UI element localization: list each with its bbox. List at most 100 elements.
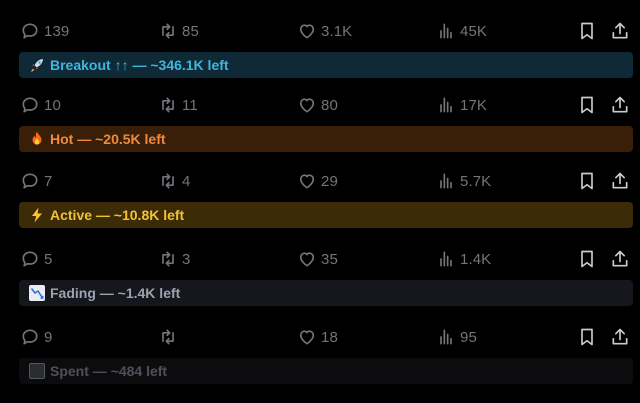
like-count: 35 (321, 250, 338, 268)
share-icon (612, 96, 628, 113)
views-button[interactable]: 5.7K (436, 169, 491, 193)
repost-button[interactable] (158, 325, 182, 349)
bookmark-button[interactable] (577, 93, 597, 117)
views-bar-chart-icon (440, 97, 452, 113)
reply-button[interactable]: 9 (20, 325, 52, 349)
bookmark-icon (581, 328, 593, 346)
status-badge: Spent — ~484 left (19, 358, 633, 384)
like-count: 80 (321, 96, 338, 114)
repost-count: 85 (182, 22, 199, 40)
bookmark-icon (581, 22, 593, 40)
repost-count: 4 (182, 172, 191, 190)
heart-icon (299, 24, 315, 39)
share-button[interactable] (610, 247, 630, 271)
reply-icon (22, 251, 38, 267)
share-button[interactable] (610, 93, 630, 117)
heart-icon (299, 252, 315, 267)
status-badge: Breakout ↑↑ — ~346.1K left (19, 52, 633, 78)
like-button[interactable]: 3.1K (297, 19, 352, 43)
post-actions-bar: 9 18 95 (20, 325, 632, 349)
bookmark-icon (581, 96, 593, 114)
post-item: 9 18 95 Spent — ~484 left (0, 325, 640, 403)
black-square-icon (28, 362, 46, 380)
post-item: 10 11 80 17K Hot — ~20.5K left (0, 93, 640, 171)
lightning-icon (28, 206, 46, 224)
status-badge-label: Spent — ~484 left (50, 363, 168, 379)
post-item: 139 85 3.1K 45K Breakout ↑↑ — ~346.1K le… (0, 19, 640, 97)
status-badge: Fading — ~1.4K left (19, 280, 633, 306)
repost-icon (162, 329, 174, 345)
share-button[interactable] (610, 169, 630, 193)
reply-button[interactable]: 139 (20, 19, 69, 43)
heart-icon (299, 98, 315, 113)
views-bar-chart-icon (440, 329, 452, 345)
reply-count: 9 (44, 328, 53, 346)
repost-count: 11 (182, 96, 198, 114)
status-badge-label: Fading — ~1.4K left (50, 285, 181, 301)
like-button[interactable]: 35 (297, 247, 338, 271)
share-button[interactable] (610, 19, 630, 43)
view-count: 95 (460, 328, 477, 346)
repost-icon (162, 251, 174, 267)
reply-button[interactable]: 5 (20, 247, 52, 271)
like-count: 18 (321, 328, 338, 346)
status-badge-label: Active — ~10.8K left (50, 207, 185, 223)
repost-icon (162, 97, 174, 113)
reply-icon (22, 23, 38, 39)
repost-button[interactable]: 85 (158, 19, 199, 43)
share-button[interactable] (610, 325, 630, 349)
like-button[interactable]: 18 (297, 325, 338, 349)
post-actions-bar: 5 3 35 1.4K (20, 247, 632, 271)
views-button[interactable]: 1.4K (436, 247, 491, 271)
like-button[interactable]: 29 (297, 169, 338, 193)
repost-count: 3 (182, 250, 191, 268)
post-actions-bar: 10 11 80 17K (20, 93, 632, 117)
repost-icon (162, 23, 174, 39)
reply-button[interactable]: 10 (20, 93, 61, 117)
repost-icon (162, 173, 174, 189)
reply-count: 139 (44, 22, 70, 40)
repost-button[interactable]: 11 (158, 93, 198, 117)
reply-count: 10 (44, 96, 61, 114)
status-badge-label: Hot — ~20.5K left (50, 131, 166, 147)
status-badge: Hot — ~20.5K left (19, 126, 633, 152)
share-icon (612, 328, 628, 345)
post-item: 7 4 29 5.7K Active — ~10.8K left (0, 169, 640, 247)
reply-icon (22, 97, 38, 113)
views-button[interactable]: 17K (436, 93, 487, 117)
rocket-icon (28, 56, 46, 74)
views-bar-chart-icon (440, 173, 452, 189)
view-count: 1.4K (460, 250, 492, 268)
share-icon (612, 22, 628, 39)
feed: 139 85 3.1K 45K Breakout ↑↑ — ~346.1K le… (0, 0, 640, 400)
post-item: 5 3 35 1.4K Fading — ~1.4K left (0, 247, 640, 325)
bookmark-button[interactable] (577, 19, 597, 43)
views-button[interactable]: 45K (436, 19, 487, 43)
post-actions-bar: 139 85 3.1K 45K (20, 19, 632, 43)
reply-count: 5 (44, 250, 53, 268)
status-badge: Active — ~10.8K left (19, 202, 633, 228)
views-bar-chart-icon (440, 23, 452, 39)
status-badge-label: Breakout ↑↑ — ~346.1K left (50, 57, 229, 73)
reply-button[interactable]: 7 (20, 169, 52, 193)
bookmark-button[interactable] (577, 169, 597, 193)
reply-count: 7 (44, 172, 53, 190)
share-icon (612, 250, 628, 267)
heart-icon (299, 330, 315, 345)
reply-icon (22, 329, 38, 345)
repost-button[interactable]: 4 (158, 169, 190, 193)
post-actions-bar: 7 4 29 5.7K (20, 169, 632, 193)
chart-decreasing-icon (28, 284, 46, 302)
view-count: 45K (460, 22, 487, 40)
view-count: 5.7K (460, 172, 492, 190)
bookmark-button[interactable] (577, 247, 597, 271)
bookmark-icon (581, 250, 593, 268)
views-bar-chart-icon (440, 251, 452, 267)
like-count: 29 (321, 172, 338, 190)
views-button[interactable]: 95 (436, 325, 477, 349)
repost-button[interactable]: 3 (158, 247, 190, 271)
bookmark-button[interactable] (577, 325, 597, 349)
reply-icon (22, 173, 38, 189)
like-button[interactable]: 80 (297, 93, 338, 117)
fire-icon (28, 130, 46, 148)
